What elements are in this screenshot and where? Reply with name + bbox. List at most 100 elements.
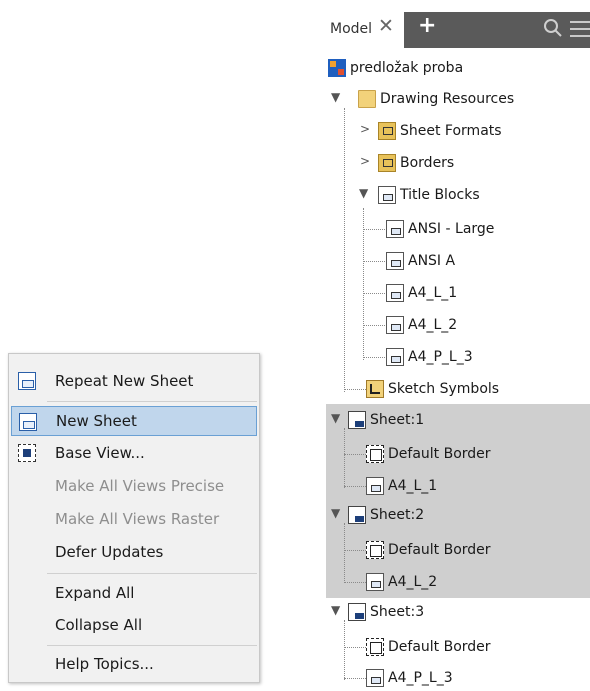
repeat-new-sheet-icon xyxy=(18,372,36,390)
tree-line xyxy=(344,428,345,488)
chevron-right-icon[interactable]: > xyxy=(360,154,370,168)
search-icon[interactable] xyxy=(543,18,563,38)
tree-root-label: predložak proba xyxy=(350,60,464,76)
tree-root[interactable]: predložak proba xyxy=(328,55,463,81)
tree-sheet[interactable]: Sheet:3 xyxy=(348,599,424,625)
sheet-border-label: Default Border xyxy=(388,639,491,655)
sheet-title-block-label: A4_P_L_3 xyxy=(388,670,453,686)
tree-sheet-border[interactable]: Default Border xyxy=(366,441,491,467)
sheet-icon xyxy=(348,603,366,621)
tree-line xyxy=(363,208,364,360)
border-icon xyxy=(366,638,384,656)
tree-line xyxy=(344,620,345,680)
tree-sheet[interactable]: Sheet:2 xyxy=(348,502,424,528)
tree-sketch-symbols-label: Sketch Symbols xyxy=(388,381,500,397)
tree-sheet[interactable]: Sheet:1 xyxy=(348,407,424,433)
close-icon[interactable]: ✕ xyxy=(378,17,394,36)
menu-separator xyxy=(47,645,257,646)
tree-sheet-border[interactable]: Default Border xyxy=(366,634,491,660)
menu-item-label: Base View... xyxy=(55,444,145,462)
tree-sheet-title-block[interactable]: A4_P_L_3 xyxy=(366,665,453,691)
tree-line xyxy=(344,454,366,455)
title-block-icon xyxy=(366,477,384,495)
menu-item-label: Repeat New Sheet xyxy=(55,372,194,390)
tree-sheet-border[interactable]: Default Border xyxy=(366,537,491,563)
tree-line xyxy=(344,389,366,390)
title-block-label: A4_P_L_3 xyxy=(408,349,473,365)
tree-line xyxy=(344,108,345,392)
tree-line xyxy=(344,550,366,551)
tree-title-block-item[interactable]: ANSI - Large xyxy=(386,216,494,242)
tab-model-label: Model xyxy=(330,21,373,37)
menu-item-label: Help Topics... xyxy=(55,655,154,673)
menu-item-label: Make All Views Precise xyxy=(55,477,225,495)
border-icon xyxy=(366,445,384,463)
tree-borders[interactable]: Borders xyxy=(378,150,454,176)
tree-title-blocks[interactable]: Title Blocks xyxy=(378,182,480,208)
tree-drawing-resources[interactable]: Drawing Resources xyxy=(358,86,514,112)
chevron-down-icon[interactable]: ▼ xyxy=(331,506,340,520)
menu-item-collapse-all[interactable]: Collapse All xyxy=(11,610,257,640)
tree-line xyxy=(344,486,366,487)
menu-item-base-view[interactable]: Base View... xyxy=(11,438,257,468)
tree-title-block-item[interactable]: A4_L_2 xyxy=(386,312,457,338)
sheet-border-label: Default Border xyxy=(388,542,491,558)
tree-line xyxy=(363,325,385,326)
menu-item-label: Collapse All xyxy=(55,616,143,634)
tree-title-block-item[interactable]: ANSI A xyxy=(386,248,455,274)
title-block-icon xyxy=(386,284,404,302)
menu-item-make-all-views-raster[interactable]: Make All Views Raster xyxy=(11,504,257,534)
menu-item-make-all-views-precise[interactable]: Make All Views Precise xyxy=(11,471,257,501)
browser-tabbar: Model ✕ + xyxy=(326,12,590,48)
sheet-label: Sheet:3 xyxy=(370,604,425,620)
tree-line xyxy=(344,678,366,679)
title-block-label: A4_L_2 xyxy=(408,317,458,333)
title-block-icon xyxy=(386,316,404,334)
sketch-symbols-icon xyxy=(366,380,384,398)
sheet-title-block-label: A4_L_1 xyxy=(388,478,438,494)
tree-title-blocks-label: Title Blocks xyxy=(400,187,480,203)
tree-line xyxy=(344,647,366,648)
drawing-document-icon xyxy=(328,59,346,77)
tree-title-block-item[interactable]: A4_L_1 xyxy=(386,280,457,306)
title-block-icon xyxy=(386,348,404,366)
menu-item-label: Defer Updates xyxy=(55,543,164,561)
sheet-title-block-label: A4_L_2 xyxy=(388,574,438,590)
tree-line xyxy=(344,523,345,583)
menu-item-repeat-new-sheet[interactable]: Repeat New Sheet xyxy=(11,366,257,396)
hamburger-icon[interactable] xyxy=(570,21,590,42)
title-block-icon xyxy=(366,669,384,687)
border-icon xyxy=(366,541,384,559)
menu-item-label: Expand All xyxy=(55,584,135,602)
add-tab-icon[interactable]: + xyxy=(418,15,436,37)
tree-drawing-resources-label: Drawing Resources xyxy=(380,91,515,107)
chevron-right-icon[interactable]: > xyxy=(360,122,370,136)
sheet-formats-icon xyxy=(378,122,396,140)
title-block-icon xyxy=(386,220,404,238)
tree-line xyxy=(363,357,385,358)
menu-item-expand-all[interactable]: Expand All xyxy=(11,578,257,608)
menu-separator xyxy=(47,401,257,402)
tree-title-block-item[interactable]: A4_P_L_3 xyxy=(386,344,473,370)
tree-sketch-symbols[interactable]: Sketch Symbols xyxy=(366,376,499,402)
tab-model[interactable]: Model ✕ xyxy=(326,12,404,48)
chevron-down-icon[interactable]: ▼ xyxy=(359,186,368,200)
new-sheet-icon xyxy=(19,413,37,431)
title-block-label: A4_L_1 xyxy=(408,285,458,301)
title-block-label: ANSI A xyxy=(408,253,456,269)
tree-line xyxy=(363,229,385,230)
sheet-label: Sheet:2 xyxy=(370,507,425,523)
menu-item-help-topics[interactable]: Help Topics... xyxy=(11,649,257,679)
tree-sheet-title-block[interactable]: A4_L_2 xyxy=(366,569,437,595)
sheet-border-label: Default Border xyxy=(388,446,491,462)
menu-item-defer-updates[interactable]: Defer Updates xyxy=(11,537,257,567)
tree-sheet-formats[interactable]: Sheet Formats xyxy=(378,118,502,144)
chevron-down-icon[interactable]: ▼ xyxy=(331,603,340,617)
chevron-down-icon[interactable]: ▼ xyxy=(331,90,340,104)
tab-toolbar: + xyxy=(404,12,590,48)
title-block-icon xyxy=(366,573,384,591)
tree-sheet-formats-label: Sheet Formats xyxy=(400,123,502,139)
tree-sheet-title-block[interactable]: A4_L_1 xyxy=(366,473,437,499)
menu-item-new-sheet[interactable]: New Sheet xyxy=(11,406,257,436)
chevron-down-icon[interactable]: ▼ xyxy=(331,411,340,425)
